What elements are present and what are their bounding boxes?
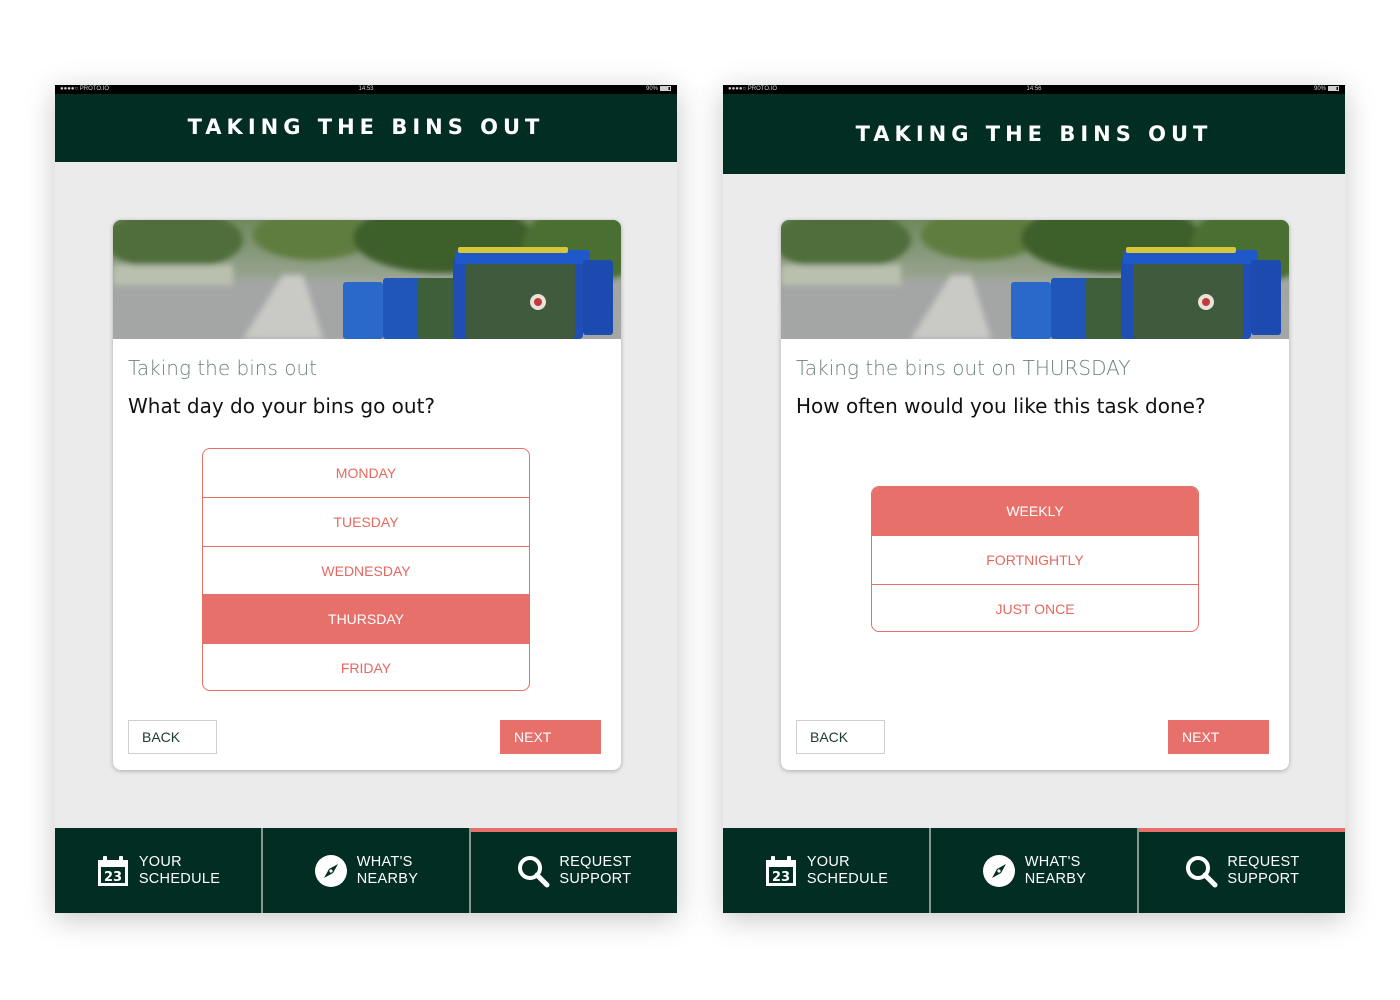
tab-label-line2: SCHEDULE [138, 870, 221, 887]
tab-request-support[interactable]: REQUEST SUPPORT [471, 828, 677, 913]
battery-icon [660, 85, 671, 91]
tab-label: YOUR SCHEDULE [139, 854, 220, 888]
page-title: TAKING THE BINS OUT [55, 94, 677, 162]
tab-label-line1: REQUEST [1227, 853, 1300, 870]
bottom-tab-bar: 23 YOUR SCHEDULE WHAT'S NEARBY REQUEST S… [55, 828, 677, 913]
option-wednesday[interactable]: WEDNESDAY [203, 545, 529, 594]
status-bar: ●●●●○ PROTO.IO 14:56 90% [723, 85, 1345, 94]
compass-icon [314, 854, 347, 887]
battery-indicator: 90% [646, 85, 671, 94]
compass-icon [982, 854, 1015, 887]
tab-request-support[interactable]: REQUEST SUPPORT [1139, 828, 1345, 913]
status-bar: ●●●●○ PROTO.IO 14:53 90% [55, 85, 677, 94]
calendar-icon: 23 [97, 855, 128, 886]
tab-label-line2: SUPPORT [1227, 870, 1300, 887]
clock: 14:53 [358, 86, 374, 92]
calendar-day-number: 23 [772, 870, 790, 885]
clock: 14:56 [1026, 86, 1042, 92]
tab-label: YOUR SCHEDULE [807, 854, 888, 888]
tab-label-line1: YOUR [806, 853, 850, 870]
option-just-once[interactable]: JUST ONCE [872, 583, 1198, 631]
option-thursday[interactable]: THURSDAY [203, 594, 529, 643]
option-tuesday[interactable]: TUESDAY [203, 497, 529, 545]
tablet-screen-frequency-selection: ●●●●○ PROTO.IO 14:56 90% TAKING THE BINS… [723, 85, 1345, 913]
option-friday[interactable]: FRIDAY [203, 642, 529, 690]
tab-label-line2: NEARBY [1024, 870, 1087, 887]
tab-label: WHAT'S NEARBY [1025, 854, 1086, 888]
calendar-day-number: 23 [104, 870, 122, 885]
tab-label-line1: WHAT'S [1024, 853, 1081, 870]
back-button[interactable]: BACK [796, 720, 885, 754]
day-options-list: MONDAY TUESDAY WEDNESDAY THURSDAY FRIDAY [202, 448, 530, 691]
battery-percent: 90% [1313, 86, 1326, 92]
search-icon [1186, 855, 1218, 887]
tab-label-line1: WHAT'S [356, 853, 413, 870]
tab-label-line2: SCHEDULE [806, 870, 889, 887]
bins-street-photo [113, 220, 621, 339]
bottom-tab-bar: 23 YOUR SCHEDULE WHAT'S NEARBY REQUEST S… [723, 828, 1345, 913]
battery-indicator: 90% [1314, 85, 1339, 94]
tab-whats-nearby[interactable]: WHAT'S NEARBY [263, 828, 471, 913]
next-button[interactable]: NEXT [500, 720, 601, 754]
question-card: Taking the bins out on THURSDAY How ofte… [781, 220, 1289, 770]
back-button[interactable]: BACK [128, 720, 217, 754]
option-monday[interactable]: MONDAY [203, 449, 529, 497]
option-weekly[interactable]: WEEKLY [872, 487, 1198, 536]
tab-whats-nearby[interactable]: WHAT'S NEARBY [931, 828, 1139, 913]
battery-percent: 90% [645, 86, 658, 92]
tab-your-schedule[interactable]: 23 YOUR SCHEDULE [55, 828, 263, 913]
page-title: TAKING THE BINS OUT [723, 94, 1345, 174]
bins-street-photo [781, 220, 1289, 339]
question-card: Taking the bins out What day do your bin… [113, 220, 621, 770]
card-subtitle: Taking the bins out [128, 356, 317, 380]
tab-label-line1: REQUEST [559, 853, 632, 870]
tablet-screen-day-selection: ●●●●○ PROTO.IO 14:53 90% TAKING THE BINS… [55, 85, 677, 913]
frequency-options-list: WEEKLY FORTNIGHTLY JUST ONCE [871, 486, 1199, 632]
card-subtitle: Taking the bins out on THURSDAY [796, 356, 1131, 380]
tab-label: WHAT'S NEARBY [357, 854, 418, 888]
card-question: What day do your bins go out? [128, 394, 436, 418]
tab-label-line1: YOUR [138, 853, 182, 870]
tab-label-line2: SUPPORT [559, 870, 632, 887]
tab-label-line2: NEARBY [356, 870, 419, 887]
tab-label: REQUEST SUPPORT [559, 854, 631, 888]
tab-label: REQUEST SUPPORT [1227, 854, 1299, 888]
option-fortnightly[interactable]: FORTNIGHTLY [872, 535, 1198, 583]
battery-icon [1328, 85, 1339, 91]
card-question: How often would you like this task done? [796, 394, 1206, 418]
tab-your-schedule[interactable]: 23 YOUR SCHEDULE [723, 828, 931, 913]
calendar-icon: 23 [765, 855, 796, 886]
next-button[interactable]: NEXT [1168, 720, 1269, 754]
search-icon [518, 855, 550, 887]
